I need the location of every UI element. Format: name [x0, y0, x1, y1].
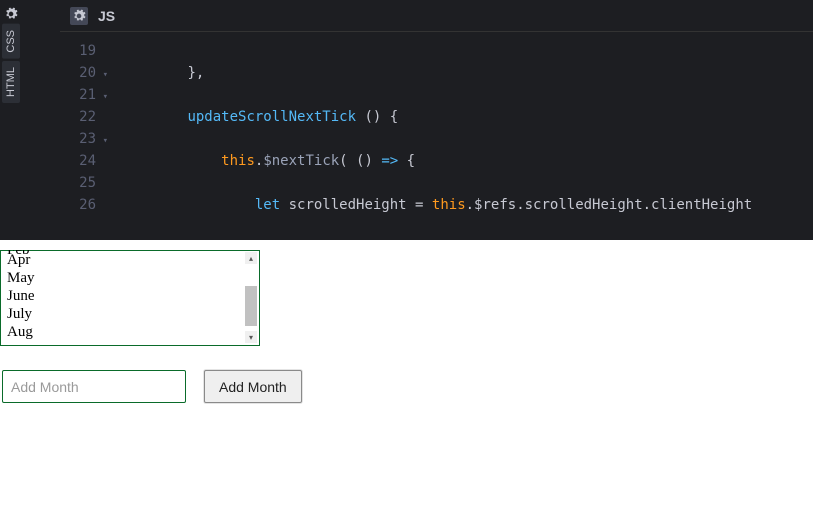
editor-gutter-strip	[22, 0, 60, 240]
gear-icon[interactable]	[3, 6, 19, 22]
editor-title: JS	[98, 8, 115, 24]
scroll-up-icon[interactable]: ▴	[245, 252, 257, 264]
code-token: this	[432, 197, 466, 213]
output-region: Feb AprMayJuneJulyAug ▴ ▾ Add Month	[0, 240, 813, 508]
month-listbox[interactable]: Feb AprMayJuneJulyAug ▴ ▾	[0, 250, 260, 346]
code-token: =>	[381, 153, 398, 169]
line-number: 21	[60, 84, 96, 106]
list-item[interactable]: May	[1, 269, 259, 287]
line-number: 19	[60, 40, 96, 62]
js-editor: JS 1920212223242526 }, updateScrollNextT…	[60, 0, 813, 240]
code-area[interactable]: 1920212223242526 }, updateScrollNextTick…	[60, 32, 813, 240]
list-item[interactable]: June	[1, 287, 259, 305]
scrollbar[interactable]: ▴ ▾	[245, 252, 257, 343]
side-tabs: CSS HTML	[0, 0, 22, 240]
code-token: },	[187, 65, 204, 81]
side-tab-html[interactable]: HTML	[2, 61, 20, 103]
list-item[interactable]: Apr	[1, 251, 259, 269]
code-token: .$refs.scrolledHeight.clientHeight	[466, 197, 753, 213]
line-number: 20	[60, 62, 96, 84]
code-token: let	[255, 197, 280, 213]
line-number: 23	[60, 128, 96, 150]
controls-row: Add Month	[2, 370, 302, 403]
code-token: updateScrollNextTick	[187, 109, 356, 125]
line-number: 26	[60, 194, 96, 216]
list-item[interactable]: July	[1, 305, 259, 323]
code-token: scrolledHeight	[289, 197, 407, 213]
scroll-thumb[interactable]	[245, 286, 257, 326]
code-token: $nextTick	[263, 153, 339, 169]
editor-region: CSS HTML JS 1920212223242526 }, updateSc…	[0, 0, 813, 240]
line-number-gutter: 1920212223242526	[60, 32, 102, 240]
code-token: () {	[356, 109, 398, 125]
code-content[interactable]: }, updateScrollNextTick () { this.$nextT…	[102, 32, 813, 240]
editor-header: JS	[60, 0, 813, 32]
gear-icon[interactable]	[70, 7, 88, 25]
scroll-down-icon[interactable]: ▾	[245, 331, 257, 343]
line-number: 25	[60, 172, 96, 194]
line-number: 24	[60, 150, 96, 172]
list-item[interactable]: Aug	[1, 323, 259, 341]
line-number: 22	[60, 106, 96, 128]
add-month-button[interactable]: Add Month	[204, 370, 302, 403]
side-tab-css[interactable]: CSS	[2, 24, 20, 59]
code-token: this	[221, 153, 255, 169]
month-input[interactable]	[2, 370, 186, 403]
